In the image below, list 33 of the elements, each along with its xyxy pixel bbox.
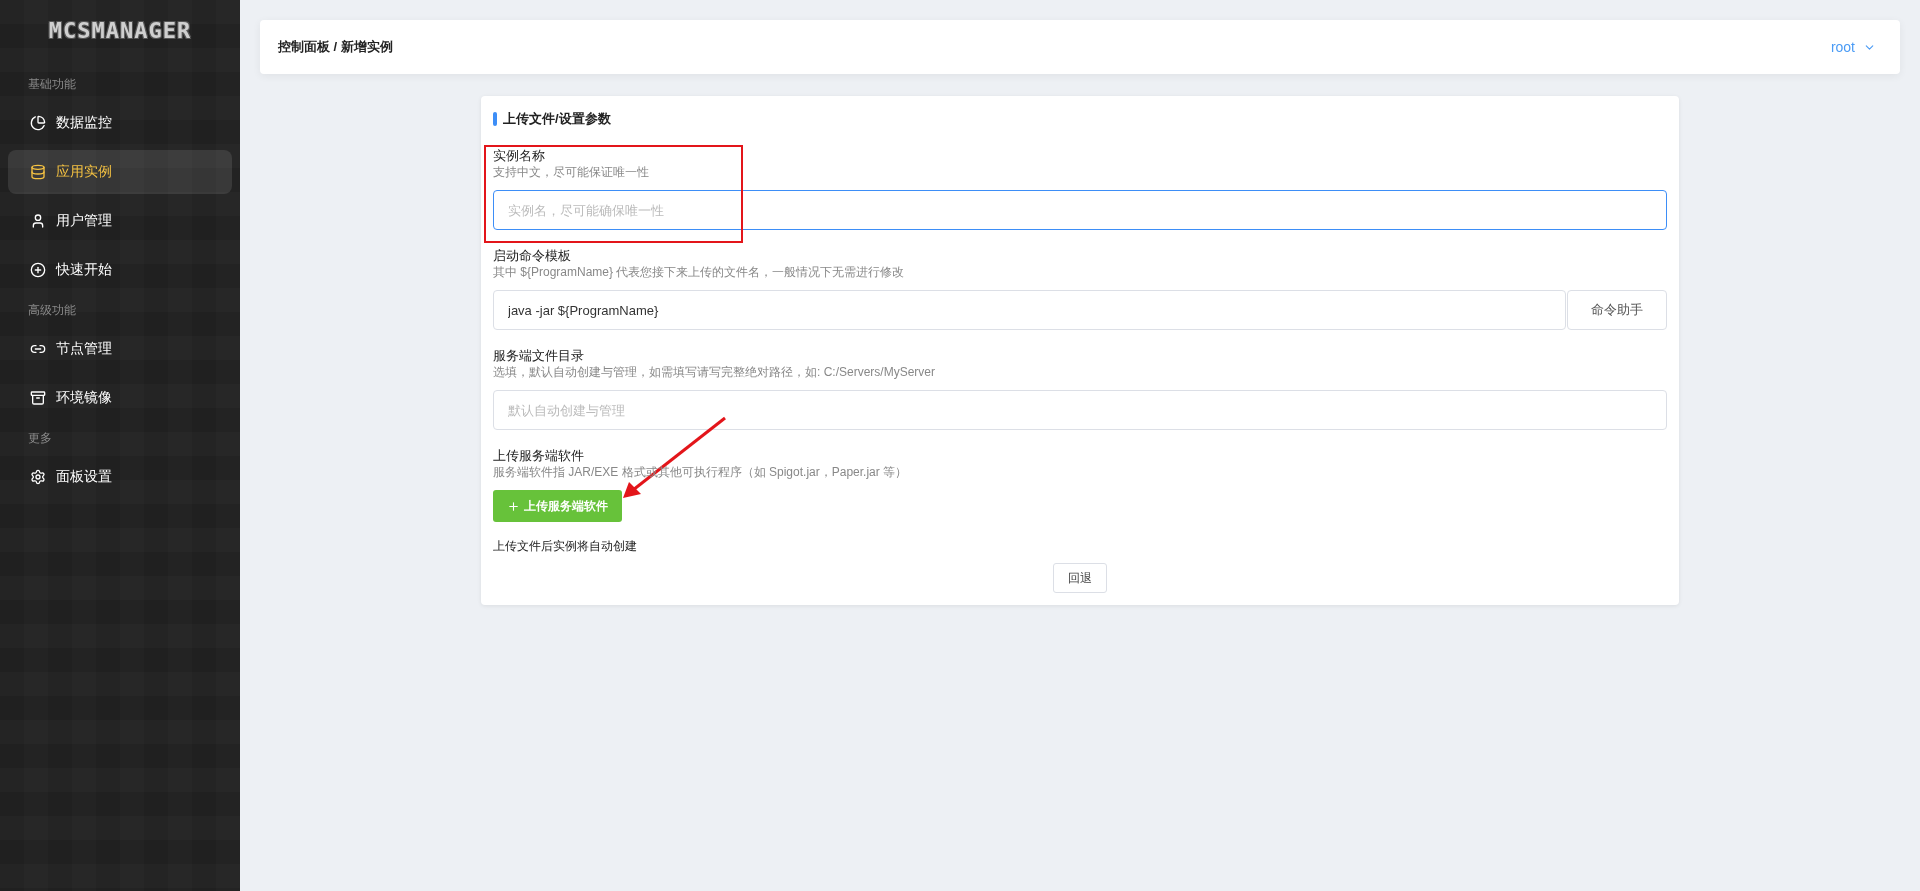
- menu-icon: [30, 262, 46, 278]
- sidebar-section-title: 更多: [27, 429, 53, 447]
- input-field[interactable]: 实例名，尽可能确保唯一性: [493, 190, 1667, 230]
- field-label: 实例名称: [493, 148, 546, 164]
- sidebar-item[interactable]: 节点管理: [8, 327, 232, 371]
- field-label: 服务端文件目录: [493, 348, 585, 364]
- logo: MCSMANAGER: [48, 18, 192, 43]
- sidebar-section-title: 基础功能: [27, 75, 77, 93]
- sidebar-item[interactable]: 环境镜像: [8, 376, 232, 420]
- menu-icon: [30, 213, 46, 229]
- sidebar-section-title: 高级功能: [27, 301, 77, 319]
- sidebar-item[interactable]: 用户管理: [8, 199, 232, 243]
- menu-icon: [30, 164, 46, 180]
- breadcrumb: 控制面板 / 新增实例: [278, 38, 393, 56]
- note-text: 上传文件后实例将自动创建: [493, 538, 638, 555]
- field-label: 上传服务端软件: [493, 448, 585, 464]
- helper-button[interactable]: 命令助手: [1567, 290, 1667, 330]
- sidebar-item[interactable]: 面板设置: [8, 455, 232, 499]
- back-button[interactable]: 回退: [1053, 563, 1107, 593]
- field-label: 启动命令模板: [493, 248, 572, 264]
- sidebar-item[interactable]: 快速开始: [8, 248, 232, 292]
- card-title-text: 上传文件/设置参数: [503, 110, 611, 128]
- field-hint: 选填，默认自动创建与管理，如需填写请写完整绝对路径，如: C:/Servers/MyServer: [493, 364, 937, 380]
- sidebar-item[interactable]: 应用实例: [8, 150, 232, 194]
- input-field[interactable]: java -jar ${ProgramName}: [493, 290, 1566, 330]
- plus-icon: [507, 499, 520, 513]
- menu-icon: [30, 469, 46, 485]
- sidebar-item[interactable]: 数据监控: [8, 101, 232, 145]
- menu-icon: [30, 115, 46, 131]
- field-hint: 支持中文，尽可能保证唯一性: [493, 164, 650, 180]
- field-hint: 其中 ${ProgramName} 代表您接下来上传的文件名，一般情况下无需进行修改: [493, 264, 906, 280]
- menu-icon: [30, 390, 46, 406]
- title-bar-icon: [493, 112, 497, 126]
